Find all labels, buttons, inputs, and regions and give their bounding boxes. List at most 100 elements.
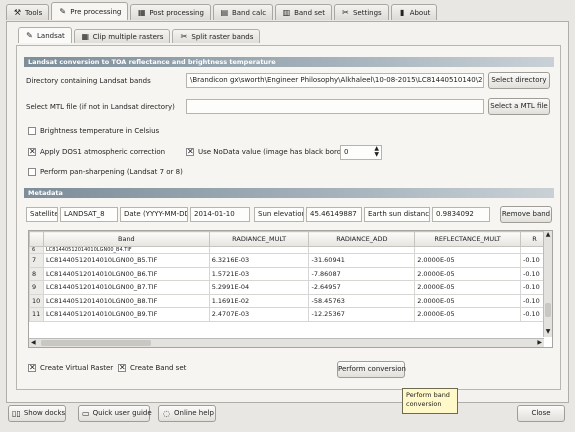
cell-radiance-add[interactable]: -12.25367 [308, 307, 416, 322]
checkbox-box[interactable]: ✕ [118, 364, 126, 372]
date-field[interactable]: 2014-01-10 [190, 207, 250, 222]
cell-reflectance-mult[interactable]: 2.0000E-05 [414, 253, 521, 268]
tab-band-set[interactable]: ▥ Band set [275, 4, 332, 20]
table-row[interactable]: 11 LC81440512014010LGN00_B9.TIF 2.4707E-… [29, 307, 549, 322]
horizontal-scrollbar[interactable]: ◀ ▶ [29, 338, 544, 347]
dos1-checkbox[interactable]: ✕ Apply DOS1 atmospheric correction [28, 148, 165, 156]
checkbox-label: Create Virtual Raster [40, 364, 114, 372]
scroll-left-icon[interactable]: ◀ [31, 339, 36, 346]
tab-label: Tools [25, 8, 43, 17]
scroll-down-icon[interactable]: ▼ [544, 328, 552, 337]
checkbox-label: Brightness temperature in Celsius [40, 127, 160, 135]
scroll-up-icon[interactable]: ▲ [544, 231, 552, 240]
cell-radiance-add[interactable]: -2.64957 [308, 280, 416, 295]
earth-sun-label: Earth sun distance [364, 207, 430, 222]
bandset-icon: ▥ [282, 8, 291, 17]
column-header[interactable]: Band [42, 231, 210, 247]
pansharpen-checkbox[interactable]: Perform pan-sharpening (Landsat 7 or 8) [28, 168, 183, 176]
cell-reflectance-mult[interactable]: 2.0000E-05 [414, 266, 521, 281]
nodata-checkbox[interactable]: ✕ Use NoData value (image has black borde… [186, 148, 351, 156]
tools-icon: ⚒ [13, 8, 22, 17]
checkbox-box[interactable] [28, 127, 36, 135]
cell-radiance-mult[interactable]: 1.5721E-03 [208, 266, 310, 281]
button-label: Online help [174, 409, 214, 417]
cell-band[interactable]: LC81440512014010LGN00_B7.TIF [42, 280, 210, 295]
remove-band-button[interactable]: Remove band [500, 206, 552, 223]
checkbox-box[interactable]: ✕ [28, 148, 36, 156]
perform-conversion-button[interactable]: Perform conversion [337, 361, 406, 378]
table-row[interactable]: 7 LC81440512014010LGN00_B5.TIF 6.3216E-0… [29, 253, 549, 268]
tab-label: About [409, 8, 431, 17]
cell-reflectance-mult[interactable]: 2.0000E-05 [414, 307, 521, 322]
tab-landsat[interactable]: ✎ Landsat [18, 27, 72, 43]
virtual-raster-checkbox[interactable]: ✕ Create Virtual Raster [28, 364, 113, 372]
tab-band-calc[interactable]: ▤ Band calc [212, 4, 274, 20]
band-table: Band RADIANCE_MULT RADIANCE_ADD REFLECTA… [28, 230, 553, 348]
table-row[interactable]: 6 LC81440512014010LGN00_B4.TIF [29, 246, 549, 254]
settings-icon: ✂ [342, 8, 349, 17]
brightness-checkbox[interactable]: Brightness temperature in Celsius [28, 127, 159, 135]
select-directory-button[interactable]: Select directory [488, 72, 550, 89]
cell-band[interactable]: LC81440512014010LGN00_B5.TIF [42, 253, 210, 268]
tab-label: Pre processing [70, 7, 122, 16]
satellite-field[interactable]: LANDSAT_8 [60, 207, 118, 222]
cell-band[interactable]: LC81440512014010LGN00_B8.TIF [42, 293, 210, 308]
tab-pre-processing[interactable]: ✎ Pre processing [51, 2, 129, 20]
scroll-thumb[interactable] [41, 340, 151, 346]
tab-clip-multiple-rasters[interactable]: ▦ Clip multiple rasters [73, 29, 171, 43]
tab-settings[interactable]: ✂ Settings [333, 4, 389, 20]
close-button[interactable]: Close [517, 405, 565, 422]
cell-radiance-mult[interactable]: 1.1691E-02 [208, 293, 310, 308]
tab-tools[interactable]: ⚒ Tools [6, 4, 50, 20]
cell-band[interactable]: LC81440512014010LGN00_B4.TIF [42, 246, 210, 254]
tab-post-processing[interactable]: ▦ Post processing [130, 4, 211, 20]
column-header[interactable]: RADIANCE_MULT [208, 231, 310, 247]
scroll-right-icon[interactable]: ▶ [537, 339, 542, 346]
mtl-field[interactable] [186, 99, 484, 114]
column-header[interactable]: RADIANCE_ADD [308, 231, 416, 247]
cell-radiance-mult[interactable]: 6.3216E-03 [208, 253, 310, 268]
cell-band[interactable]: LC81440512014010LGN00_B6.TIF [42, 266, 210, 281]
cell[interactable] [308, 246, 416, 254]
cell-radiance-add[interactable]: -58.45763 [308, 293, 416, 308]
band-set-checkbox[interactable]: ✕ Create Band set [118, 364, 186, 372]
checkbox-box[interactable] [28, 168, 36, 176]
tab-split-raster-bands[interactable]: ✂ Split raster bands [172, 29, 261, 43]
select-mtl-button[interactable]: Select a MTL file [488, 98, 550, 115]
row-number: 10 [29, 293, 44, 308]
vertical-scrollbar[interactable]: ▲ ▼ [543, 231, 552, 337]
cell[interactable] [414, 246, 521, 254]
cell-reflectance-mult[interactable]: 2.0000E-05 [414, 293, 521, 308]
cell-reflectance-mult[interactable]: 2.0000E-05 [414, 280, 521, 295]
sun-elevation-field[interactable]: 45.46149887 [306, 207, 362, 222]
table-row[interactable]: 9 LC81440512014010LGN00_B7.TIF 5.2991E-0… [29, 280, 549, 295]
corner-cell [29, 231, 44, 247]
tab-about[interactable]: ▮ About [390, 4, 438, 20]
metadata-header: Metadata [24, 188, 554, 198]
checkbox-box[interactable]: ✕ [186, 148, 194, 156]
directory-field[interactable]: \Brandicon gx\sworth\Engineer Philosophy… [186, 73, 484, 88]
spin-arrows-icon[interactable]: ▲ ▼ [374, 146, 379, 158]
cell-radiance-add[interactable]: -7.86087 [308, 266, 416, 281]
tab-label: Settings [352, 8, 382, 17]
table-row[interactable]: 10 LC81440512014010LGN00_B8.TIF 1.1691E-… [29, 293, 549, 308]
table-row[interactable]: 8 LC81440512014010LGN00_B6.TIF 1.5721E-0… [29, 266, 549, 281]
sun-elevation-label: Sun elevation [254, 207, 304, 222]
cell[interactable] [208, 246, 310, 254]
nodata-spinbox[interactable]: 0 ▲ ▼ [340, 145, 382, 160]
tab-label: Band set [294, 8, 325, 17]
column-header[interactable]: REFLECTANCE_MULT [414, 231, 521, 247]
online-help-button[interactable]: ◌ Online help [158, 405, 216, 422]
cell-band[interactable]: LC81440512014010LGN00_B9.TIF [42, 307, 210, 322]
clip-icon: ▦ [81, 32, 90, 41]
landsat-icon: ✎ [26, 31, 33, 40]
show-docks-button[interactable]: ▯▯ Show docks [8, 405, 66, 422]
scroll-thumb[interactable] [545, 303, 551, 317]
quick-user-guide-button[interactable]: ▭ Quick user guide [78, 405, 152, 422]
cell-radiance-mult[interactable]: 2.4707E-03 [208, 307, 310, 322]
cell-radiance-add[interactable]: -31.60941 [308, 253, 416, 268]
cell-radiance-mult[interactable]: 5.2991E-04 [208, 280, 310, 295]
checkbox-box[interactable]: ✕ [28, 364, 36, 372]
earth-sun-field[interactable]: 0.9834092 [432, 207, 490, 222]
button-label: Show docks [23, 409, 66, 417]
